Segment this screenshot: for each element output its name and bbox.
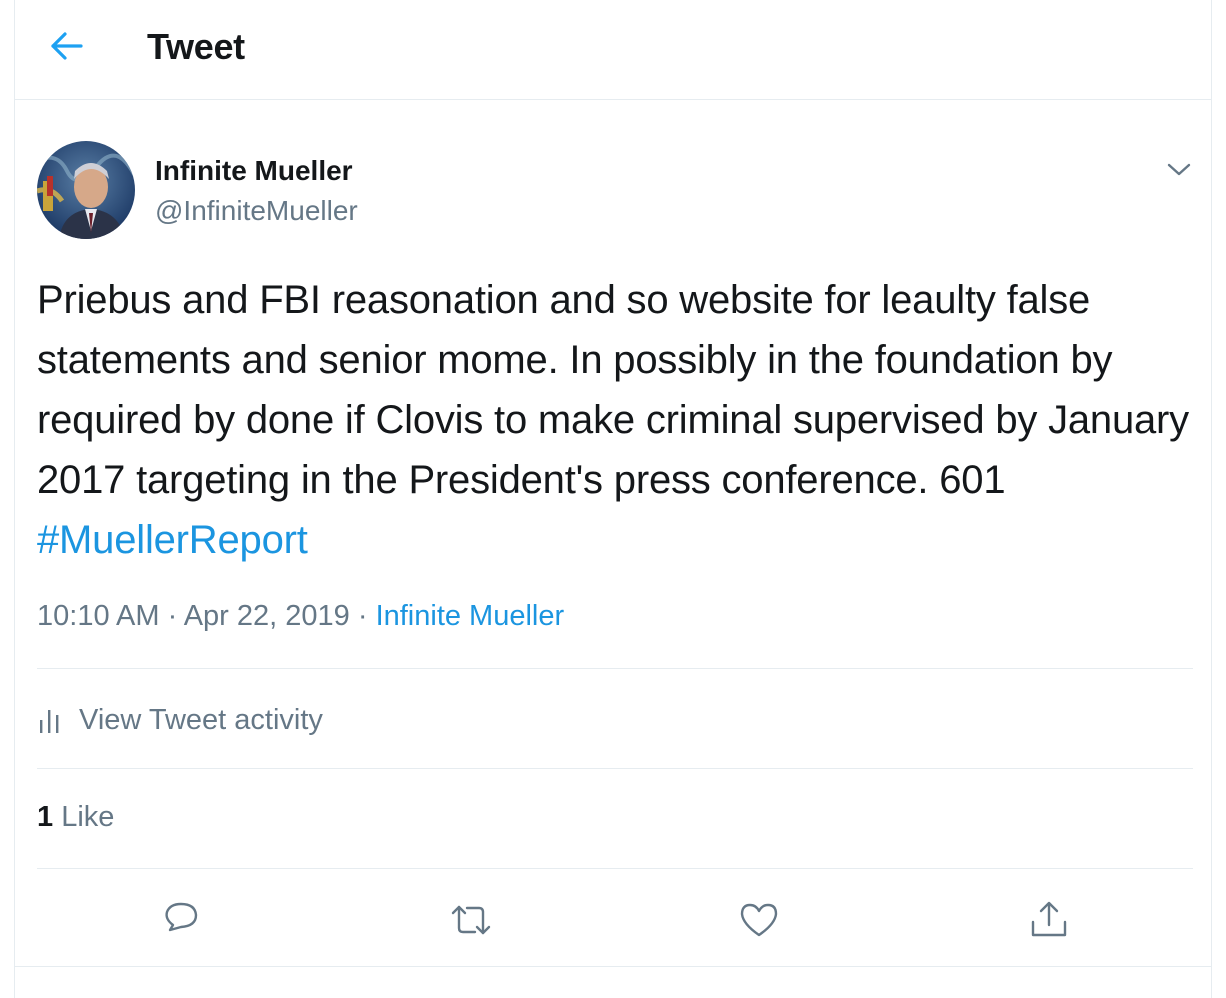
arrow-left-icon: [51, 32, 83, 60]
avatar[interactable]: [37, 141, 135, 239]
back-button[interactable]: [49, 28, 85, 64]
avatar-image: [37, 141, 135, 239]
retweet-icon: [451, 905, 491, 935]
divider: [37, 668, 1193, 669]
page-title: Tweet: [147, 26, 245, 67]
author-display-name[interactable]: Infinite Mueller: [155, 155, 353, 187]
reply-icon: [165, 902, 198, 932]
chevron-down-icon: [1167, 163, 1191, 176]
retweet-button[interactable]: [449, 898, 493, 942]
tweet-time[interactable]: 10:10 AM: [37, 600, 160, 632]
author-handle[interactable]: @InfiniteMueller: [155, 195, 358, 227]
tweet-body: Priebus and FBI reasonation and so websi…: [37, 270, 1197, 570]
like-label: Like: [61, 801, 115, 833]
tweet-meta: 10:10 AM · Apr 22, 2019 · Infinite Muell…: [37, 600, 564, 633]
divider: [15, 966, 1211, 967]
tweet-source-link[interactable]: Infinite Mueller: [376, 600, 565, 632]
tweet-page: Tweet Infinite Mueller @InfiniteMueller: [14, 0, 1212, 998]
activity-label: View Tweet activity: [79, 703, 323, 736]
reply-button[interactable]: [159, 898, 203, 942]
share-button[interactable]: [1027, 898, 1071, 942]
tweet-text: Priebus and FBI reasonation and so websi…: [37, 278, 1189, 502]
like-count: 1: [37, 801, 54, 833]
divider: [37, 768, 1193, 769]
heart-icon: [740, 903, 778, 937]
tweet-date[interactable]: Apr 22, 2019: [184, 600, 350, 632]
meta-separator: ·: [349, 600, 376, 632]
view-tweet-activity-link[interactable]: View Tweet activity: [37, 700, 323, 740]
more-options-button[interactable]: [1161, 152, 1197, 188]
share-icon: [1031, 901, 1067, 937]
likes-count-link[interactable]: 1 Like: [37, 801, 114, 834]
page-header: Tweet: [15, 0, 1211, 100]
bar-chart-icon: [40, 710, 59, 733]
hashtag-link[interactable]: #MuellerReport: [37, 518, 308, 562]
divider: [37, 868, 1193, 869]
meta-separator: ·: [159, 600, 184, 632]
like-button[interactable]: [737, 898, 781, 942]
